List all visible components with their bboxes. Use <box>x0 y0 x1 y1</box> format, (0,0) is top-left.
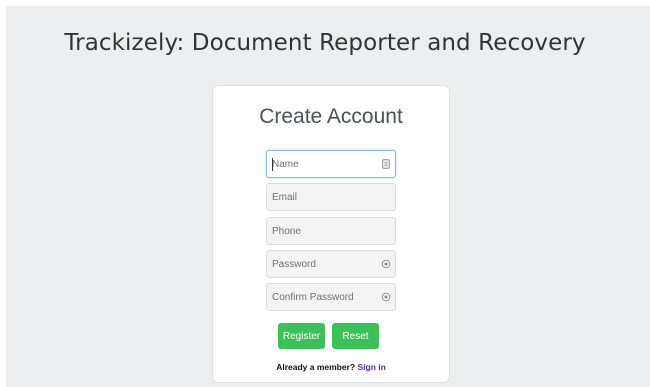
member-prompt-line: Already a member? Sign in <box>213 362 449 372</box>
sign-in-link[interactable]: Sign in <box>357 362 385 372</box>
eye-icon[interactable] <box>381 292 391 302</box>
password-field-wrapper <box>266 250 396 278</box>
email-input[interactable] <box>267 184 395 210</box>
phone-input[interactable] <box>267 218 395 244</box>
member-prompt-text: Already a member? <box>276 362 356 372</box>
name-field-wrapper <box>266 150 396 178</box>
text-caret <box>272 158 273 171</box>
register-button[interactable]: Register <box>278 323 325 349</box>
form-heading: Create Account <box>259 105 403 128</box>
create-account-card: Create Account Name Email Phone Register… <box>212 85 450 383</box>
reset-button[interactable]: Reset <box>332 323 379 349</box>
app-title: Trackizely: Document Reporter and Recove… <box>64 30 586 56</box>
eye-icon[interactable] <box>381 259 391 269</box>
phone-field-wrapper <box>266 217 396 245</box>
confirm-password-field-wrapper <box>266 283 396 311</box>
id-card-icon <box>381 159 391 169</box>
password-input[interactable] <box>267 251 395 277</box>
confirm-password-input[interactable] <box>267 284 395 310</box>
name-input[interactable] <box>267 151 395 177</box>
email-field-wrapper <box>266 183 396 211</box>
